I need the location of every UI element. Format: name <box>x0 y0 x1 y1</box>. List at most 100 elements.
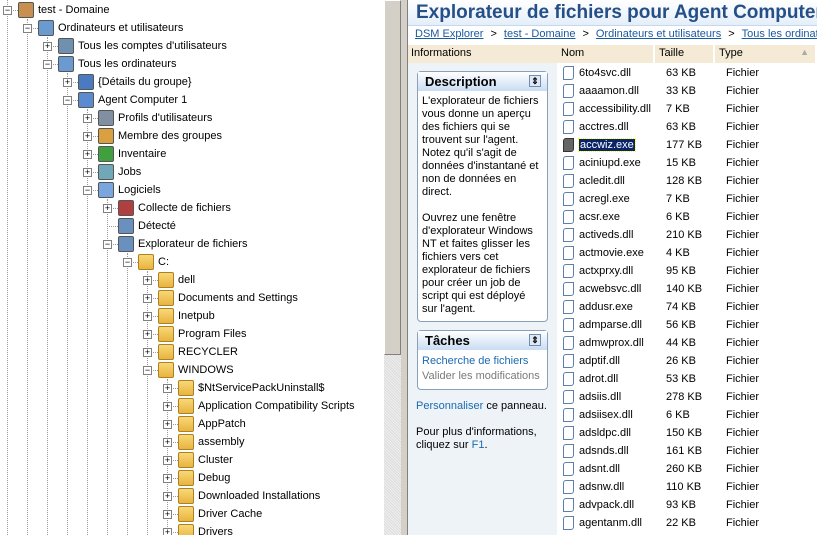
file-row[interactable]: admparse.dll 56 KB Fichier <box>557 316 812 334</box>
tree-item[interactable]: $NtServicePackUninstall$ <box>178 379 325 397</box>
breadcrumb-domain[interactable]: test - Domaine <box>504 28 576 40</box>
file-row[interactable]: adsnw.dll 110 KB Fichier <box>557 478 812 496</box>
file-row[interactable]: activeds.dll 210 KB Fichier <box>557 226 812 244</box>
file-row[interactable]: accessibility.dll 7 KB Fichier <box>557 100 812 118</box>
collapse-icon[interactable]: − <box>83 186 92 195</box>
expand-icon[interactable]: + <box>163 438 172 447</box>
tree-item[interactable]: Inetpub <box>158 307 215 325</box>
file-row[interactable]: acledit.dll 128 KB Fichier <box>557 172 812 190</box>
expand-icon[interactable]: + <box>163 492 172 501</box>
file-row[interactable]: adsldpc.dll 150 KB Fichier <box>557 424 812 442</box>
tree-item[interactable]: Downloaded Installations <box>178 487 320 505</box>
customize-link[interactable]: Personnaliser <box>416 400 483 412</box>
expand-icon[interactable]: + <box>143 348 152 357</box>
tree-item[interactable]: Tous les ordinateurs <box>58 55 176 73</box>
file-row[interactable]: acwebsvc.dll 140 KB Fichier <box>557 280 812 298</box>
navigation-tree[interactable]: − test - Domaine − Ordinateurs et utilisate… <box>0 0 384 535</box>
expand-icon[interactable]: + <box>163 528 172 535</box>
file-row[interactable]: accwiz.exe 177 KB Fichier <box>557 136 812 154</box>
file-row[interactable]: 6to4svc.dll 63 KB Fichier <box>557 64 812 82</box>
tree-item[interactable]: Logiciels <box>98 181 161 199</box>
tree-item[interactable]: Ordinateurs et utilisateurs <box>38 19 183 37</box>
tree-item[interactable]: Explorateur de fichiers <box>118 235 247 253</box>
tree-item[interactable]: C: <box>138 253 169 271</box>
tree-item[interactable]: RECYCLER <box>158 343 238 361</box>
collapse-icon[interactable]: − <box>63 96 72 105</box>
tree-item[interactable]: Agent Computer 1 <box>78 91 187 109</box>
breadcrumb-all-computers[interactable]: Tous les ordinateurs <box>742 28 817 40</box>
expand-icon[interactable]: + <box>163 474 172 483</box>
collapse-icon[interactable]: ⇕ <box>529 334 541 346</box>
tree-item[interactable]: {Détails du groupe} <box>78 73 192 91</box>
expand-icon[interactable]: + <box>83 168 92 177</box>
file-row[interactable]: acsr.exe 6 KB Fichier <box>557 208 812 226</box>
expand-icon[interactable]: + <box>63 78 72 87</box>
column-type[interactable]: Type ▲ <box>715 45 817 63</box>
expand-icon[interactable]: + <box>163 384 172 393</box>
file-row[interactable]: acctres.dll 63 KB Fichier <box>557 118 812 136</box>
tree-item[interactable]: Détecté <box>118 217 176 235</box>
tree-item[interactable]: Debug <box>178 469 230 487</box>
expand-icon[interactable]: + <box>103 204 112 213</box>
file-row[interactable]: adrot.dll 53 KB Fichier <box>557 370 812 388</box>
breadcrumb-computers-users[interactable]: Ordinateurs et utilisateurs <box>596 28 721 40</box>
file-row[interactable]: adsnt.dll 260 KB Fichier <box>557 460 812 478</box>
tree-item[interactable]: AppPatch <box>178 415 246 433</box>
file-list[interactable]: Nom Taille Type ▲ 6to4svc.dll 63 KB Fichi… <box>557 45 817 535</box>
file-row[interactable]: acregl.exe 7 KB Fichier <box>557 190 812 208</box>
tree-item[interactable]: Membre des groupes <box>98 127 222 145</box>
collapse-icon[interactable]: − <box>103 240 112 249</box>
tree-item[interactable]: test - Domaine <box>18 1 110 19</box>
expand-icon[interactable]: + <box>163 456 172 465</box>
breadcrumb-dsm-explorer[interactable]: DSM Explorer <box>415 28 483 40</box>
search-files-link[interactable]: Recherche de fichiers <box>422 354 543 369</box>
tree-scrollbar[interactable] <box>384 0 401 535</box>
file-row[interactable]: addusr.exe 74 KB Fichier <box>557 298 812 316</box>
tree-item[interactable]: WINDOWS <box>158 361 234 379</box>
file-row[interactable]: actmovie.exe 4 KB Fichier <box>557 244 812 262</box>
file-row[interactable]: agentanm.dll 22 KB Fichier <box>557 514 812 532</box>
expand-icon[interactable]: + <box>143 294 152 303</box>
column-name[interactable]: Nom <box>557 45 655 63</box>
file-row[interactable]: adsiis.dll 278 KB Fichier <box>557 388 812 406</box>
tree-item[interactable]: Cluster <box>178 451 233 469</box>
expand-icon[interactable]: + <box>163 510 172 519</box>
expand-icon[interactable]: + <box>83 114 92 123</box>
collapse-icon[interactable]: − <box>23 24 32 33</box>
tree-item[interactable]: Tous les comptes d'utilisateurs <box>58 37 227 55</box>
column-size[interactable]: Taille <box>655 45 715 63</box>
tree-item[interactable]: assembly <box>178 433 244 451</box>
expand-icon[interactable]: + <box>143 330 152 339</box>
file-row[interactable]: aaaamon.dll 33 KB Fichier <box>557 82 812 100</box>
expand-icon[interactable]: + <box>83 132 92 141</box>
file-row[interactable]: admwprox.dll 44 KB Fichier <box>557 334 812 352</box>
tree-item[interactable]: Profils d'utilisateurs <box>98 109 212 127</box>
tree-item[interactable]: Inventaire <box>98 145 166 163</box>
tree-item[interactable]: Collecte de fichiers <box>118 199 231 217</box>
collapse-icon[interactable]: ⇕ <box>529 75 541 87</box>
expand-icon[interactable]: + <box>163 402 172 411</box>
tree-item[interactable]: Program Files <box>158 325 246 343</box>
tree-item[interactable]: Drivers <box>178 523 233 535</box>
collapse-icon[interactable]: − <box>3 6 12 15</box>
file-row[interactable]: adsnds.dll 161 KB Fichier <box>557 442 812 460</box>
tree-item[interactable]: Documents and Settings <box>158 289 298 307</box>
expand-icon[interactable]: + <box>143 312 152 321</box>
file-row[interactable]: aciniupd.exe 15 KB Fichier <box>557 154 812 172</box>
help-f1-link[interactable]: F1 <box>472 439 485 451</box>
tree-item[interactable]: Driver Cache <box>178 505 262 523</box>
scrollbar-thumb[interactable] <box>384 0 401 355</box>
file-row[interactable]: advpack.dll 93 KB Fichier <box>557 496 812 514</box>
pane-splitter[interactable] <box>401 0 408 535</box>
tree-item[interactable]: Application Compatibility Scripts <box>178 397 355 415</box>
collapse-icon[interactable]: − <box>143 366 152 375</box>
expand-icon[interactable]: + <box>43 42 52 51</box>
expand-icon[interactable]: + <box>143 276 152 285</box>
collapse-icon[interactable]: − <box>123 258 132 267</box>
file-row[interactable]: actxprxy.dll 95 KB Fichier <box>557 262 812 280</box>
file-row[interactable]: adsiisex.dll 6 KB Fichier <box>557 406 812 424</box>
tree-item[interactable]: dell <box>158 271 195 289</box>
expand-icon[interactable]: + <box>83 150 92 159</box>
tree-item[interactable]: Jobs <box>98 163 141 181</box>
collapse-icon[interactable]: − <box>43 60 52 69</box>
